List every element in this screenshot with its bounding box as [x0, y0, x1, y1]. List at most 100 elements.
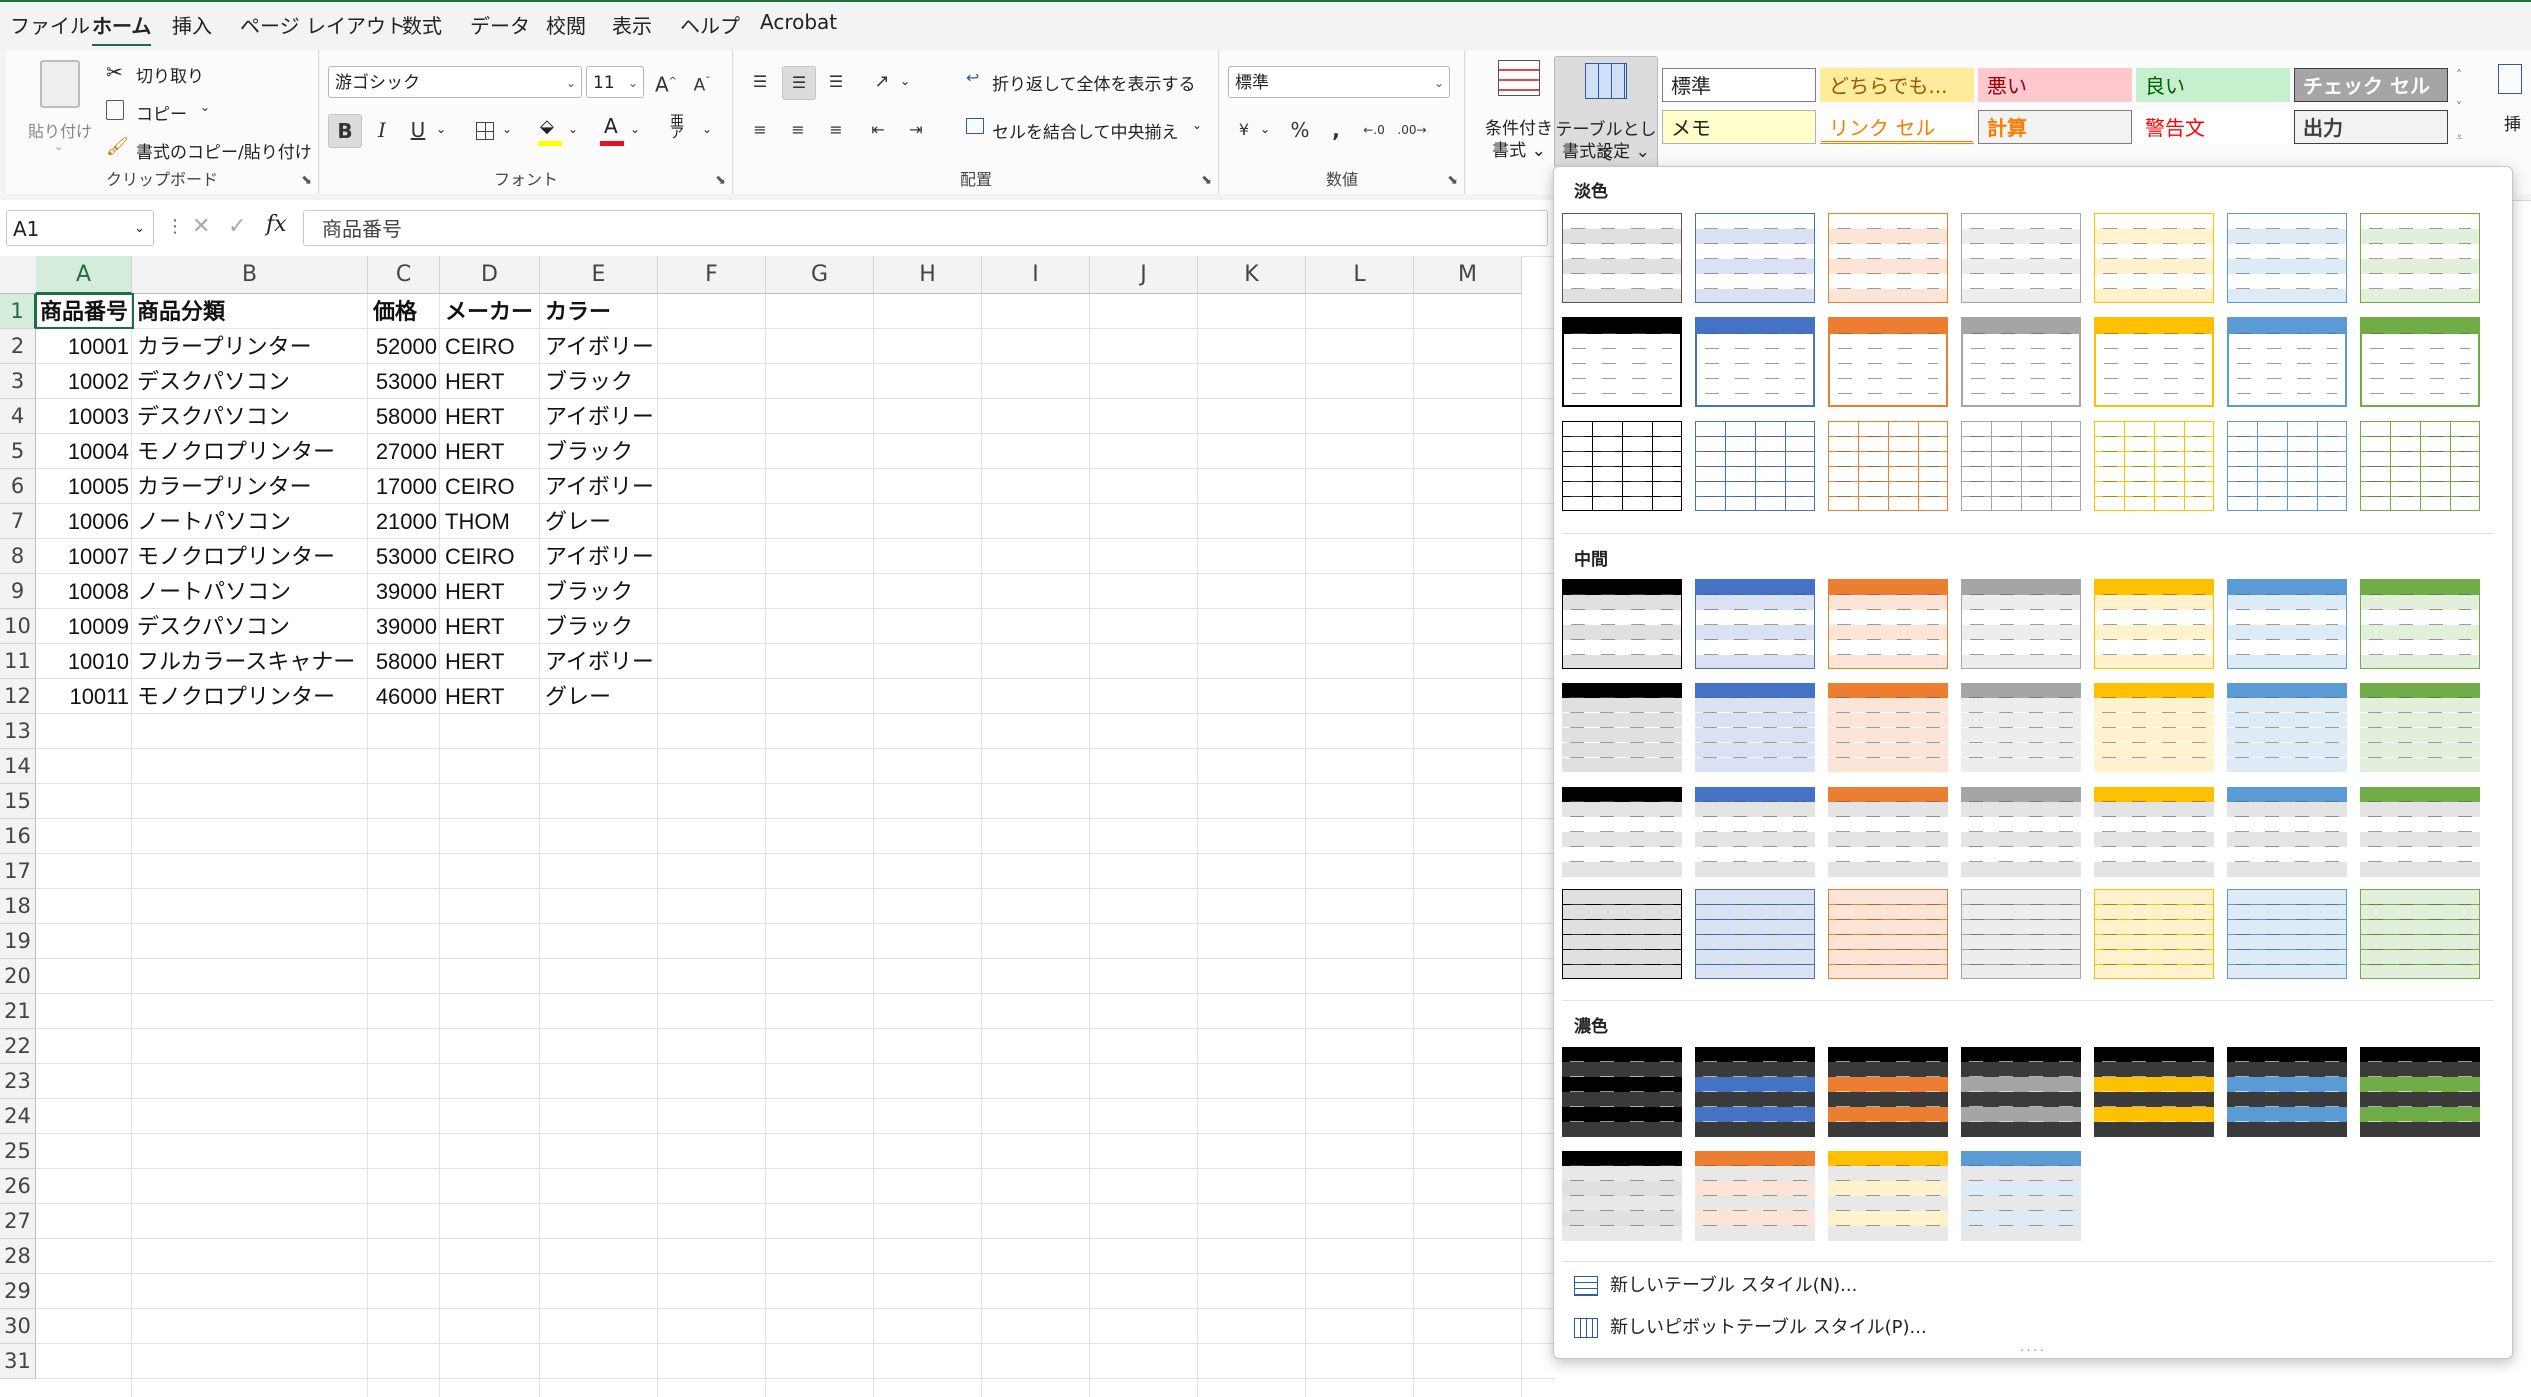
increase-indent-icon[interactable]: ⇥: [900, 114, 932, 146]
row-header[interactable]: 18: [0, 889, 36, 924]
table-cell[interactable]: グレー: [541, 679, 659, 714]
row-header[interactable]: 15: [0, 784, 36, 819]
table-style-swatch[interactable]: [2360, 579, 2480, 669]
table-style-swatch[interactable]: [1695, 421, 1815, 511]
column-header[interactable]: M: [1414, 256, 1522, 294]
table-cell[interactable]: CEIRO: [441, 539, 541, 574]
menu-item[interactable]: 表示: [612, 10, 652, 39]
table-style-swatch[interactable]: [1961, 317, 2081, 407]
row-header[interactable]: 1: [0, 294, 36, 329]
chevron-down-icon[interactable]: ⌄: [436, 122, 446, 136]
column-header[interactable]: C: [368, 256, 440, 294]
table-style-swatch[interactable]: [1695, 889, 1815, 979]
table-cell[interactable]: 10004: [36, 434, 133, 469]
table-style-swatch[interactable]: [1961, 787, 2081, 877]
table-style-swatch[interactable]: [1828, 317, 1948, 407]
table-style-swatch[interactable]: [2360, 889, 2480, 979]
table-style-swatch[interactable]: [2094, 889, 2214, 979]
column-header[interactable]: H: [874, 256, 982, 294]
table-style-swatch[interactable]: [2227, 317, 2347, 407]
decrease-indent-icon[interactable]: ⇤: [862, 114, 894, 146]
insert-cells-icon[interactable]: [2498, 64, 2522, 94]
table-cell[interactable]: モノクロプリンター: [133, 434, 369, 469]
row-header[interactable]: 22: [0, 1029, 36, 1064]
table-style-swatch[interactable]: [1828, 889, 1948, 979]
styles-scroll-down-icon[interactable]: ˅: [2456, 100, 2462, 114]
row-header[interactable]: 28: [0, 1239, 36, 1274]
chevron-down-icon[interactable]: ⌄: [502, 122, 512, 136]
cell-style-item[interactable]: 計算: [1978, 110, 2132, 144]
dialog-launcher-icon[interactable]: ⬊: [1447, 173, 1458, 188]
table-style-swatch[interactable]: [1695, 683, 1815, 773]
table-style-swatch[interactable]: [1562, 421, 1682, 511]
table-cell[interactable]: HERT: [441, 609, 541, 644]
table-style-swatch[interactable]: [1828, 213, 1948, 303]
table-cell[interactable]: 10002: [36, 364, 133, 399]
table-style-swatch[interactable]: [2360, 317, 2480, 407]
column-header[interactable]: L: [1306, 256, 1414, 294]
column-header[interactable]: D: [440, 256, 540, 294]
table-cell[interactable]: デスクパソコン: [133, 609, 369, 644]
conditional-format-button[interactable]: 条件付き 書式 ⌄: [1474, 56, 1564, 166]
table-cell[interactable]: アイボリー: [541, 469, 659, 504]
row-header[interactable]: 21: [0, 994, 36, 1029]
column-header[interactable]: A: [36, 256, 132, 294]
header-cell[interactable]: メーカー: [441, 294, 541, 329]
resize-grip-icon[interactable]: ....: [2020, 1339, 2046, 1355]
row-header[interactable]: 31: [0, 1344, 36, 1379]
bold-button[interactable]: B: [328, 114, 362, 148]
table-cell[interactable]: ノートパソコン: [133, 504, 369, 539]
table-style-swatch[interactable]: [1961, 1047, 2081, 1137]
table-style-swatch[interactable]: [2227, 1047, 2347, 1137]
align-center-icon[interactable]: ≡: [782, 114, 814, 146]
row-header[interactable]: 17: [0, 854, 36, 889]
table-cell[interactable]: フルカラースキャナー: [133, 644, 369, 679]
dialog-launcher-icon[interactable]: ⬊: [301, 173, 312, 188]
table-style-swatch[interactable]: [1828, 1151, 1948, 1241]
row-header[interactable]: 11: [0, 644, 36, 679]
table-style-swatch[interactable]: [1562, 683, 1682, 773]
new-pivot-style-menu-item[interactable]: 新しいピボットテーブル スタイル(P)...: [1574, 1313, 1927, 1339]
font-name-combo[interactable]: 游ゴシック ⌄: [328, 66, 582, 98]
table-style-swatch[interactable]: [2227, 889, 2347, 979]
column-header[interactable]: K: [1198, 256, 1306, 294]
table-cell[interactable]: ブラック: [541, 574, 659, 609]
align-bottom-icon[interactable]: ☰: [820, 66, 852, 98]
row-header[interactable]: 6: [0, 469, 36, 504]
header-cell[interactable]: 価格: [369, 294, 441, 329]
table-cell[interactable]: HERT: [441, 364, 541, 399]
table-cell[interactable]: 53000: [369, 364, 441, 399]
table-cell[interactable]: 10005: [36, 469, 133, 504]
table-style-swatch[interactable]: [1828, 683, 1948, 773]
row-header[interactable]: 13: [0, 714, 36, 749]
row-header[interactable]: 12: [0, 679, 36, 714]
table-style-swatch[interactable]: [1562, 1047, 1682, 1137]
table-style-swatch[interactable]: [1961, 579, 2081, 669]
table-cell[interactable]: 17000: [369, 469, 441, 504]
table-style-swatch[interactable]: [2360, 683, 2480, 773]
table-cell[interactable]: アイボリー: [541, 539, 659, 574]
align-right-icon[interactable]: ≡: [820, 114, 852, 146]
table-style-swatch[interactable]: [2094, 421, 2214, 511]
name-box[interactable]: A1 ⌄: [6, 210, 154, 246]
chevron-down-icon[interactable]: ⌄: [568, 122, 578, 136]
table-style-swatch[interactable]: [1695, 1151, 1815, 1241]
table-cell[interactable]: 10006: [36, 504, 133, 539]
table-style-swatch[interactable]: [1961, 1151, 2081, 1241]
table-style-swatch[interactable]: [1828, 787, 1948, 877]
cell-style-item[interactable]: リンク セル: [1820, 110, 1974, 144]
chevron-down-icon[interactable]: ⌄: [702, 122, 712, 136]
fill-color-icon[interactable]: ⬙: [538, 116, 562, 146]
table-cell[interactable]: HERT: [441, 644, 541, 679]
table-style-swatch[interactable]: [1695, 213, 1815, 303]
number-format-combo[interactable]: 標準 ⌄: [1228, 66, 1450, 98]
table-style-swatch[interactable]: [1695, 317, 1815, 407]
table-style-swatch[interactable]: [2094, 1047, 2214, 1137]
chevron-down-icon[interactable]: ⌄: [630, 122, 640, 136]
table-cell[interactable]: 27000: [369, 434, 441, 469]
table-cell[interactable]: 10001: [36, 329, 133, 364]
table-cell[interactable]: 10007: [36, 539, 133, 574]
menu-item[interactable]: ヘルプ: [680, 10, 740, 39]
table-cell[interactable]: アイボリー: [541, 644, 659, 679]
table-style-swatch[interactable]: [2094, 579, 2214, 669]
